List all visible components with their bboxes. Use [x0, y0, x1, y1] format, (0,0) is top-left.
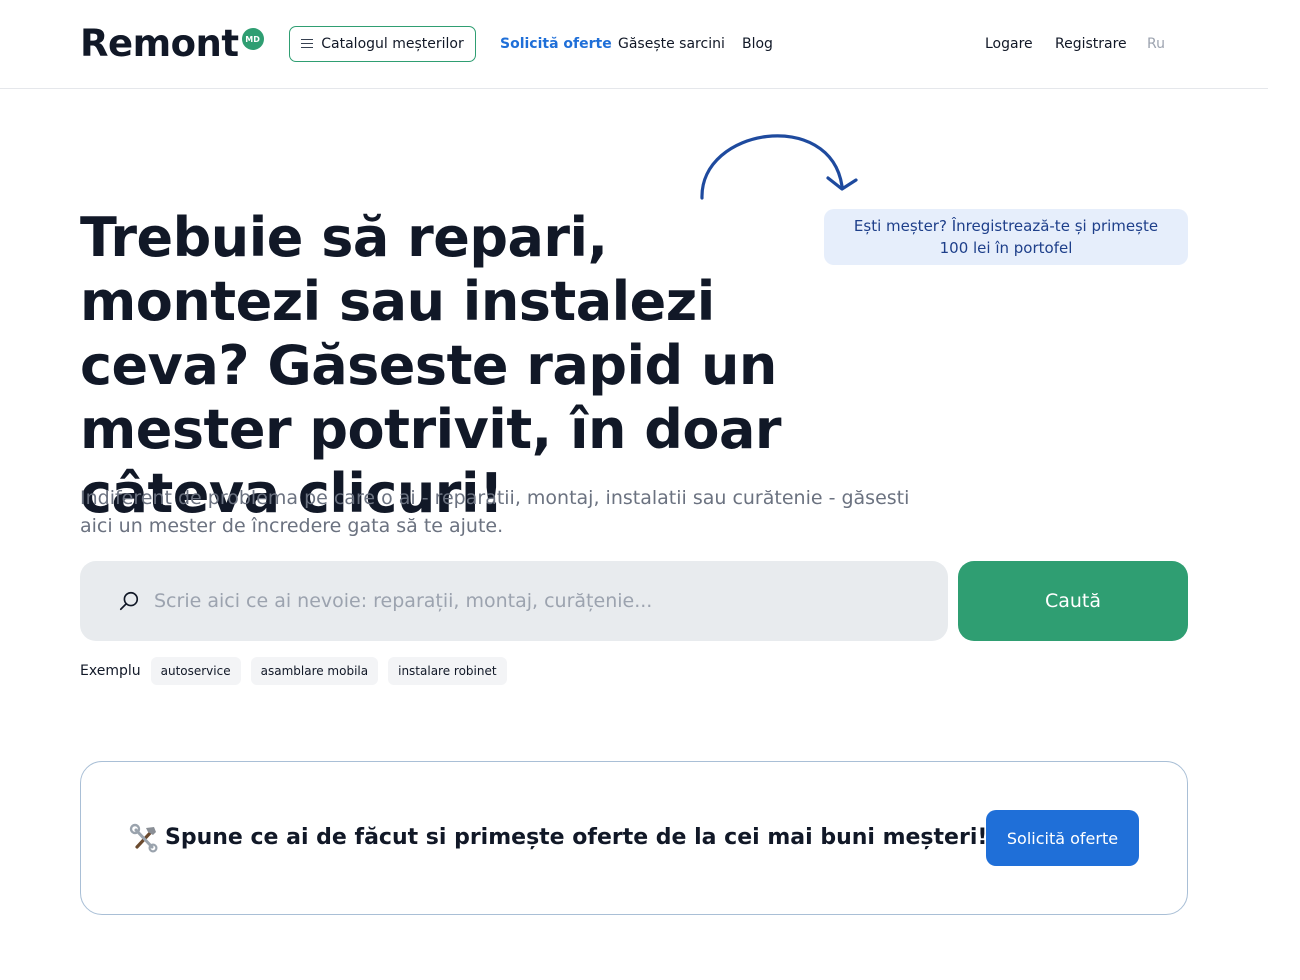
examples-row: Exemplu autoservice asamblare mobila ins…	[80, 657, 507, 685]
nav-find-tasks[interactable]: Găsește sarcini	[618, 35, 725, 53]
hero-subtitle: Indiferent de problema pe care o ai - re…	[80, 487, 910, 537]
search-input[interactable]	[154, 590, 914, 612]
example-chip[interactable]: instalare robinet	[388, 657, 507, 685]
master-signup-text: Ești meșter? Înregistrează-te și primeșt…	[853, 217, 1159, 257]
cta-request-offers-button[interactable]: Solicită oferte	[986, 810, 1139, 866]
example-chip[interactable]: autoservice	[150, 657, 241, 685]
hammer-wrench-icon	[129, 823, 158, 853]
hero-title: Trebuie să repari, montezi sau instalezi…	[80, 206, 782, 525]
example-chip[interactable]: asamblare mobila	[250, 657, 379, 685]
cta-card: Spune ce ai de făcut si primește oferte …	[80, 761, 1188, 915]
logo-text: Remont	[80, 22, 239, 65]
examples-label: Exemplu	[80, 663, 141, 679]
cta-heading: Spune ce ai de făcut si primește oferte …	[129, 823, 987, 853]
search-icon	[119, 591, 139, 611]
master-signup-bubble[interactable]: Ești meșter? Înregistrează-te și primeșt…	[824, 209, 1188, 265]
site-header: Remont MD Catalogul meșterilor Solicită …	[0, 0, 1268, 89]
hamburger-icon	[301, 39, 314, 49]
logo-badge: MD	[241, 28, 264, 50]
curved-arrow-icon	[700, 134, 858, 200]
nav-register[interactable]: Registrare	[1055, 35, 1127, 53]
catalog-button-label: Catalogul meșterilor	[321, 36, 464, 52]
nav-request-offers[interactable]: Solicită oferte	[500, 35, 612, 53]
logo[interactable]: Remont MD	[80, 24, 264, 64]
nav-login[interactable]: Logare	[985, 35, 1033, 53]
search-button[interactable]: Caută	[958, 561, 1188, 641]
language-switch[interactable]: Ru	[1147, 35, 1165, 53]
nav-blog[interactable]: Blog	[742, 35, 773, 53]
catalog-button[interactable]: Catalogul meșterilor	[289, 26, 476, 62]
search-bar	[80, 561, 948, 641]
cta-text: Spune ce ai de făcut si primește oferte …	[165, 825, 988, 850]
